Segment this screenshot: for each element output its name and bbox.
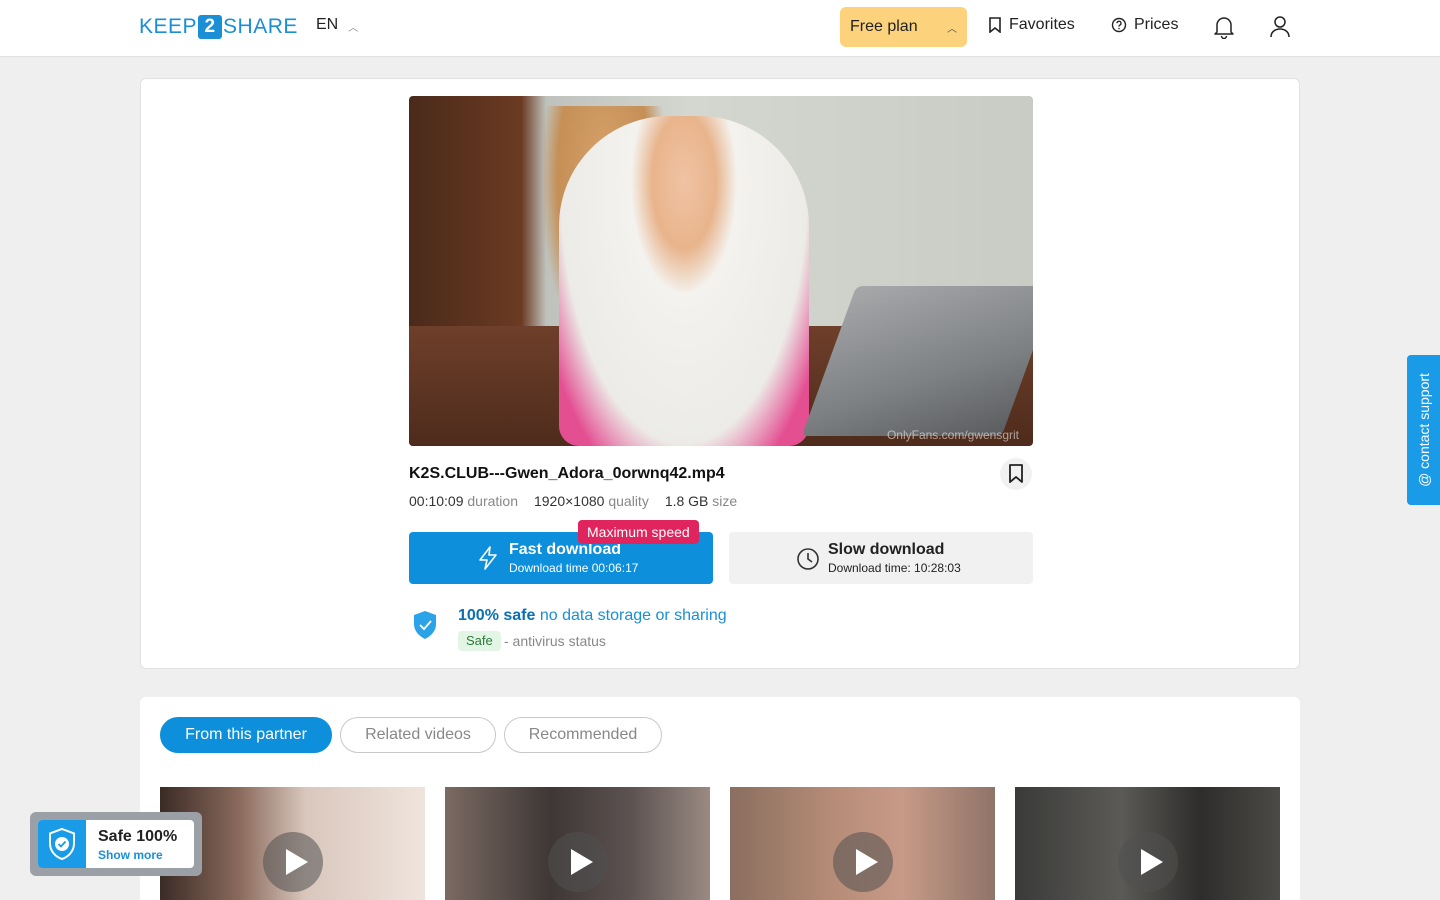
file-card: OnlyFans.com/gwensgrit K2S.CLUB---Gwen_A… [140,78,1300,669]
logo-text-mid: 2 [198,15,223,39]
language-selector[interactable]: EN ︿ [316,16,358,34]
related-section: From this partner Related videos Recomme… [140,697,1300,900]
safety-line: 100% safe no data storage or sharing [458,607,727,625]
bookmark-icon [989,17,1001,33]
bookmark-icon [1009,464,1023,483]
slow-download-time: Download time: 10:28:03 [828,561,961,575]
video-thumbnail[interactable] [445,787,710,900]
chevron-up-icon: ︿ [348,22,359,34]
bookmark-button[interactable] [1000,458,1032,490]
video-preview[interactable]: OnlyFans.com/gwensgrit [409,96,1033,446]
preview-person [559,116,809,446]
user-icon[interactable] [1269,15,1291,39]
video-thumbnail[interactable] [730,787,995,900]
logo-text-right: SHARE [223,15,298,38]
clock-icon [797,548,819,570]
plan-dropdown-button[interactable]: Free plan ︿ [840,7,967,47]
size-value: 1.8 GB [664,493,709,509]
antivirus-status: - antivirus status [504,633,606,649]
file-meta: 00:10:09 duration 1920×1080 quality 1.8 … [409,493,737,509]
contact-support-label: @ contact support [1415,373,1432,487]
antivirus-safe-tag: Safe [458,631,501,651]
prices-link[interactable]: Prices [1111,16,1178,34]
slow-download-label: Slow download [828,541,945,558]
safety-strong: 100% safe [458,607,536,624]
shield-check-icon [414,611,436,639]
video-thumbnail[interactable] [1015,787,1280,900]
meta-size: 1.8 GB size [665,493,737,509]
tab-recommended[interactable]: Recommended [504,717,662,753]
logo-text-left: KEEP [139,15,198,38]
lightning-icon [479,546,497,570]
favorites-label: Favorites [1009,16,1075,33]
safety-rest: no data storage or sharing [539,607,727,624]
preview-laptop [801,286,1033,436]
slow-download-button[interactable]: Slow download Download time: 10:28:03 [729,532,1033,584]
tab-related-videos[interactable]: Related videos [340,717,496,753]
chevron-up-icon: ︿ [947,23,957,35]
preview-watermark: OnlyFans.com/gwensgrit [886,428,1019,442]
help-circle-icon [1111,17,1127,33]
favorites-link[interactable]: Favorites [988,16,1075,34]
file-title: K2S.CLUB---Gwen_Adora_0orwnq42.mp4 [409,465,725,482]
contact-support-tab[interactable]: @ contact support [1407,355,1440,505]
tab-from-this-partner[interactable]: From this partner [160,717,332,753]
bell-icon[interactable] [1213,15,1235,39]
fast-download-time: Download time 00:06:17 [509,561,639,575]
shield-check-icon [49,827,75,861]
prices-label: Prices [1134,16,1179,33]
play-icon [833,832,893,892]
safe-widget-shield [38,820,86,868]
duration-value: 00:10:09 [409,493,464,509]
play-icon [1118,832,1178,892]
safe-widget[interactable]: Safe 100% Show more [30,812,202,876]
safe-widget-title: Safe 100% [98,828,178,845]
safe-widget-inner: Safe 100% Show more [38,820,194,868]
top-header: KEEP 2 SHARE EN ︿ Free plan ︿ Favorites … [0,0,1440,57]
meta-duration: 00:10:09 duration [409,493,518,509]
site-logo[interactable]: KEEP 2 SHARE [139,14,298,40]
language-label: EN [316,16,339,33]
play-icon [263,832,323,892]
size-label: size [712,493,738,509]
quality-label: quality [608,493,649,509]
meta-quality: 1920×1080 quality [534,493,649,509]
plan-label: Free plan [850,18,918,35]
safe-widget-show-more[interactable]: Show more [98,848,163,862]
duration-label: duration [467,493,518,509]
max-speed-badge: Maximum speed [578,520,699,544]
play-icon [548,832,608,892]
quality-value: 1920×1080 [533,493,605,509]
